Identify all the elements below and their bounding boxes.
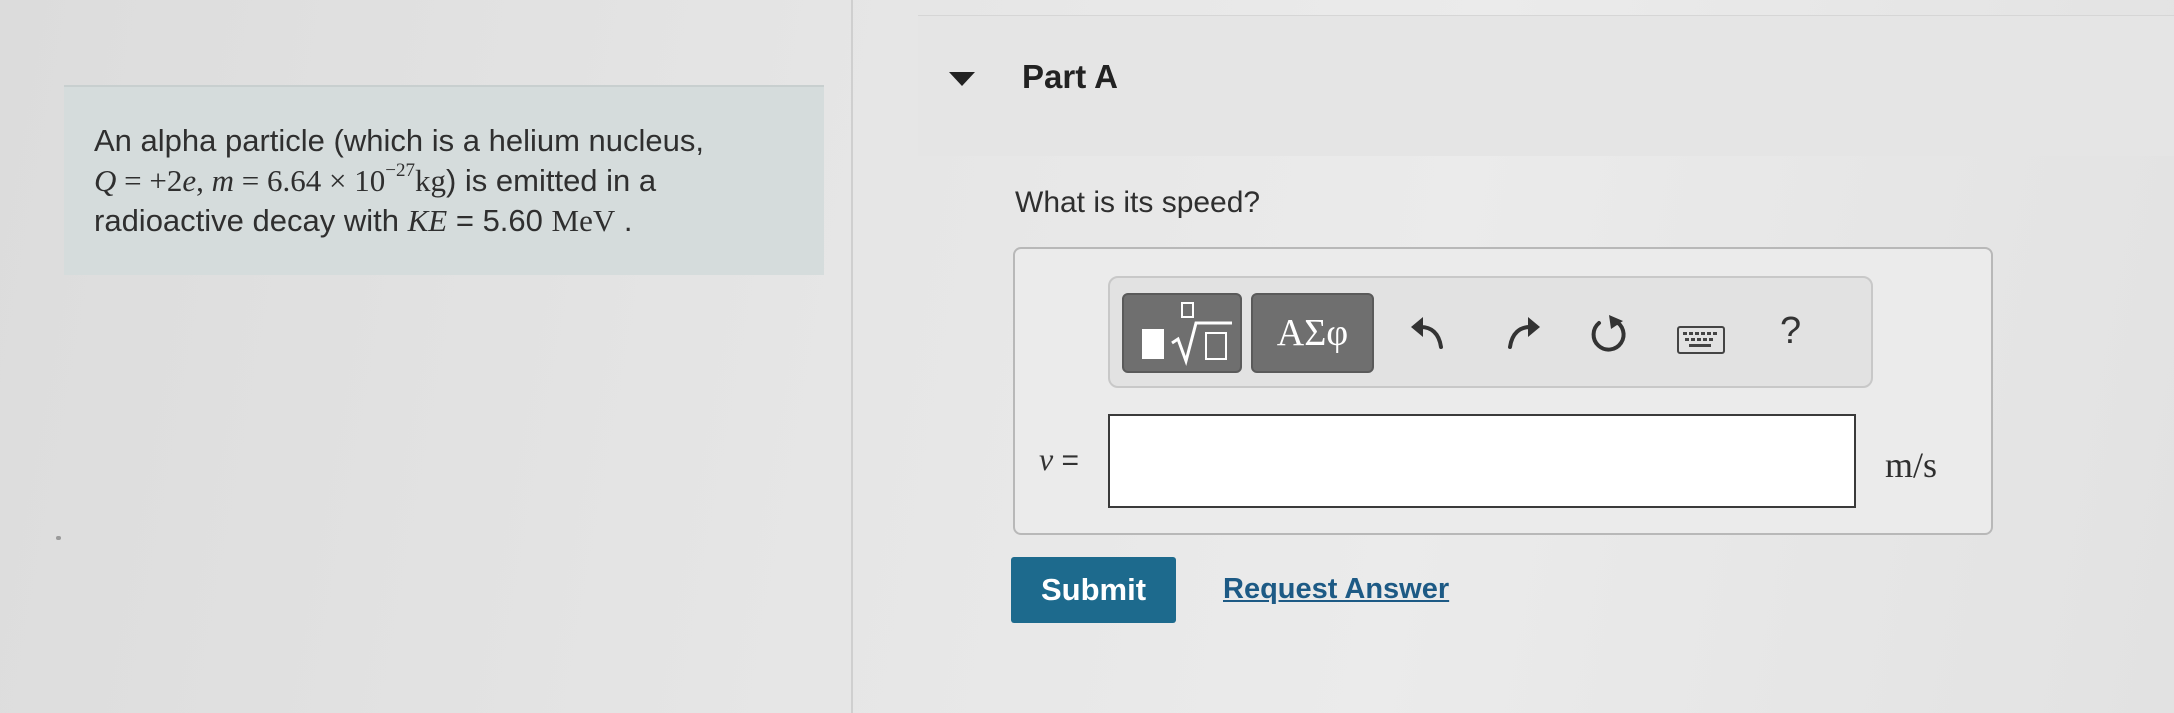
answer-input[interactable] xyxy=(1108,414,1856,508)
problem-line-1: An alpha particle (which is a helium nuc… xyxy=(94,123,704,158)
problem-statement: An alpha particle (which is a helium nuc… xyxy=(64,85,824,275)
redo-icon[interactable] xyxy=(1500,311,1546,357)
greek-symbols-button[interactable]: ΑΣφ xyxy=(1251,293,1374,373)
pane-divider xyxy=(851,0,853,713)
mass-exponent: −27 xyxy=(385,159,415,181)
problem-line-3-suffix: . xyxy=(615,203,633,238)
charge-symbol: Q xyxy=(94,163,117,198)
collapse-triangle-icon[interactable] xyxy=(949,72,975,86)
kinetic-energy-equals: = 5.60 xyxy=(447,203,552,238)
answer-variable-label: v = xyxy=(1039,441,1079,478)
help-button[interactable]: ? xyxy=(1780,310,1801,353)
reset-icon[interactable] xyxy=(1585,311,1631,357)
problem-line-2-tail: ) is emitted in a xyxy=(445,163,657,198)
answer-units: m/s xyxy=(1885,445,1938,485)
elementary-charge-symbol: e xyxy=(182,163,197,198)
submit-button[interactable]: Submit xyxy=(1011,557,1176,623)
problem-line-3-prefix: radioactive decay with xyxy=(94,203,408,238)
answer-variable: v xyxy=(1039,441,1054,477)
undo-icon[interactable] xyxy=(1405,311,1451,357)
request-answer-link[interactable]: Request Answer xyxy=(1223,573,1449,606)
problem-text: An alpha particle (which is a helium nuc… xyxy=(94,123,704,238)
templates-radical-icon xyxy=(1171,302,1232,367)
templates-button[interactable] xyxy=(1122,293,1242,373)
answer-equals: = xyxy=(1053,444,1080,477)
screen-speck xyxy=(56,536,61,540)
charge-value: = +2 xyxy=(116,163,183,198)
mass-value: = 6.64 × 10 xyxy=(234,163,386,198)
question-text: What is its speed? xyxy=(1015,186,1261,219)
mass-unit: kg xyxy=(414,163,446,198)
keyboard-icon[interactable] xyxy=(1677,326,1725,354)
mass-symbol: m xyxy=(211,163,235,198)
part-title[interactable]: Part A xyxy=(1022,58,1118,96)
kinetic-energy-symbol: KE xyxy=(407,203,448,238)
greek-symbols-label: ΑΣφ xyxy=(1276,312,1349,354)
kinetic-energy-unit: MeV xyxy=(551,203,616,238)
